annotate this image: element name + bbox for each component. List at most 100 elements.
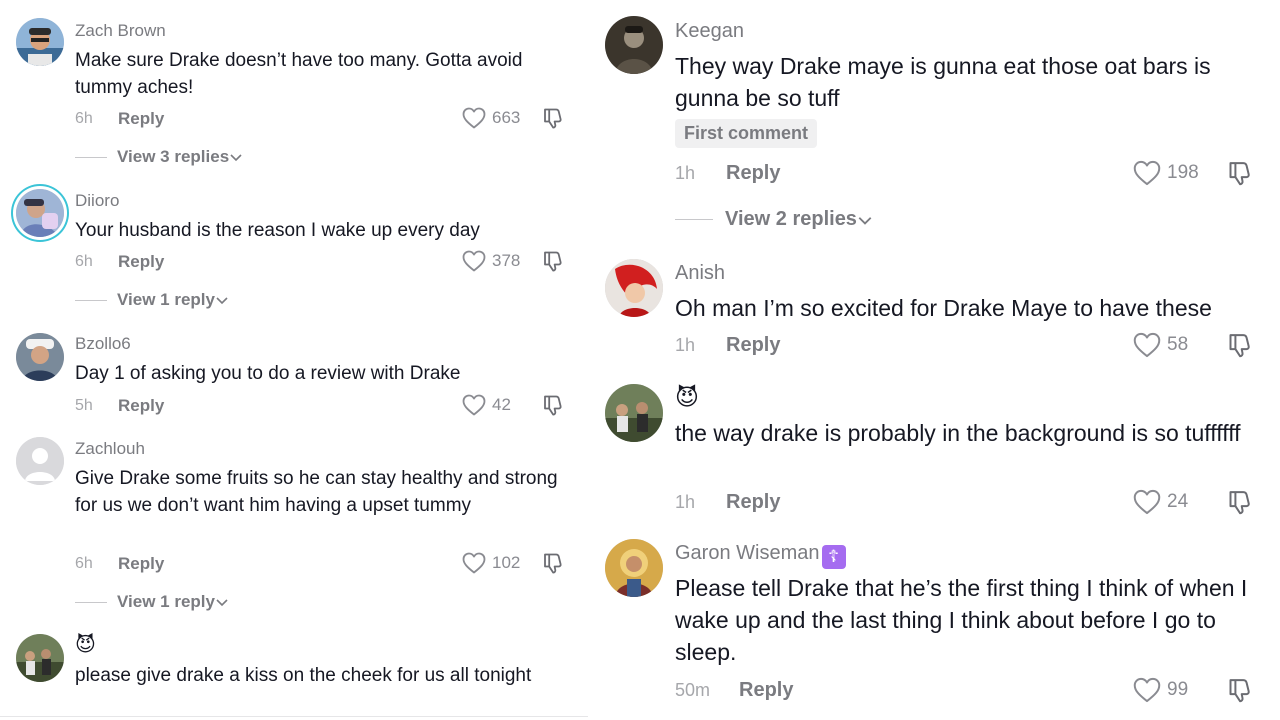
reply-button[interactable]: Reply xyxy=(118,396,164,416)
heart-outline-icon xyxy=(462,250,486,272)
comment-text: Make sure Drake doesn’t have too many. G… xyxy=(75,50,523,98)
divider xyxy=(75,601,107,603)
comment-username[interactable]: 😈 xyxy=(75,632,96,658)
comment-timestamp: 1h xyxy=(675,492,696,512)
dislike-button[interactable] xyxy=(1227,488,1255,516)
like-count: 24 xyxy=(1167,491,1189,512)
comment-timestamp: 6h xyxy=(75,253,93,270)
dislike-button[interactable] xyxy=(542,551,566,575)
view-replies-label: View 2 replies xyxy=(725,208,857,230)
comments-panel-right: Keegan They way Drake maye is gunna eat … xyxy=(600,0,1280,720)
dislike-button[interactable] xyxy=(542,249,566,273)
comment-timestamp: 1h xyxy=(675,335,696,355)
first-comment-badge: First comment xyxy=(675,119,818,148)
like-count: 378 xyxy=(492,251,521,270)
comment-timestamp: 6h xyxy=(75,555,93,572)
chevron-down-icon xyxy=(216,297,228,305)
like-count: 663 xyxy=(492,108,521,127)
thumbs-down-outline-icon xyxy=(1229,334,1250,358)
thumbs-down-outline-icon xyxy=(544,553,562,574)
view-replies-label: View 1 reply xyxy=(117,290,215,309)
like-button[interactable]: 24 xyxy=(1133,489,1188,515)
thumbs-down-outline-icon xyxy=(1229,162,1250,186)
thumbs-down-outline-icon xyxy=(544,251,562,272)
comment-username[interactable]: Zach Brown xyxy=(75,21,166,41)
comment-username[interactable]: 😈 xyxy=(675,383,699,411)
reply-button[interactable]: Reply xyxy=(726,491,780,514)
chevron-down-icon xyxy=(858,216,872,225)
reply-button[interactable]: Reply xyxy=(739,679,793,702)
dislike-button[interactable] xyxy=(1227,159,1255,187)
chevron-down-icon xyxy=(216,599,228,607)
username-text: Garon Wiseman xyxy=(675,542,820,564)
avatar[interactable] xyxy=(605,16,663,74)
reply-button[interactable]: Reply xyxy=(118,109,164,129)
comment-timestamp: 6h xyxy=(75,110,93,127)
avatar[interactable] xyxy=(16,333,64,381)
heart-outline-icon xyxy=(462,394,486,416)
comment-username[interactable]: Zachlouh xyxy=(75,439,145,459)
dislike-button[interactable] xyxy=(1227,331,1255,359)
heart-outline-icon xyxy=(462,552,486,574)
comments-panel-left: Zach Brown Make sure Drake doesn’t have … xyxy=(0,0,588,720)
thumbs-down-outline-icon xyxy=(544,395,562,416)
heart-outline-icon xyxy=(462,107,486,129)
comment-timestamp: 1h xyxy=(675,163,696,183)
view-replies-button[interactable]: View 2 replies xyxy=(675,208,873,231)
comment-text: Give Drake some fruits so he can stay he… xyxy=(75,468,558,516)
comment-text: Please tell Drake that he’s the first th… xyxy=(675,575,1248,665)
view-replies-label: View 3 replies xyxy=(117,147,230,166)
like-count: 198 xyxy=(1167,162,1199,183)
view-replies-button[interactable]: View 1 reply xyxy=(75,290,229,310)
like-button[interactable]: 99 xyxy=(1133,677,1188,703)
divider xyxy=(75,299,107,301)
like-button[interactable]: 42 xyxy=(462,394,511,416)
heart-outline-icon xyxy=(1133,677,1161,703)
chevron-down-icon xyxy=(230,154,242,162)
view-replies-button[interactable]: View 3 replies xyxy=(75,147,243,167)
like-button[interactable]: 102 xyxy=(462,552,520,574)
orthodox-cross-badge: ☦ xyxy=(821,545,846,569)
dislike-button[interactable] xyxy=(542,393,566,417)
dislike-button[interactable] xyxy=(1227,676,1255,704)
divider xyxy=(75,156,107,158)
comment-text: Your husband is the reason I wake up eve… xyxy=(75,220,480,241)
heart-outline-icon xyxy=(1133,489,1161,515)
avatar[interactable] xyxy=(16,18,64,66)
comment-username[interactable]: Keegan xyxy=(675,20,744,43)
comment-text: Oh man I’m so excited for Drake Maye to … xyxy=(675,295,1212,321)
comment-timestamp: 5h xyxy=(75,397,93,414)
avatar[interactable] xyxy=(605,384,663,442)
reply-button[interactable]: Reply xyxy=(726,162,780,185)
reply-button[interactable]: Reply xyxy=(726,334,780,357)
dislike-button[interactable] xyxy=(542,106,566,130)
like-button[interactable]: 378 xyxy=(462,250,520,272)
avatar[interactable] xyxy=(16,189,64,237)
like-button[interactable]: 663 xyxy=(462,107,520,129)
thumbs-down-outline-icon xyxy=(544,108,562,129)
heart-outline-icon xyxy=(1133,160,1161,186)
comment-text: please give drake a kiss on the cheek fo… xyxy=(75,665,532,686)
comment-username[interactable]: Anish xyxy=(675,262,725,285)
like-count: 99 xyxy=(1167,679,1189,700)
comment-username[interactable]: Diioro xyxy=(75,191,119,211)
heart-outline-icon xyxy=(1133,332,1161,358)
avatar[interactable] xyxy=(605,539,663,597)
thumbs-down-outline-icon xyxy=(1229,679,1250,703)
view-replies-button[interactable]: View 1 reply xyxy=(75,592,229,612)
avatar[interactable] xyxy=(16,437,64,485)
comment-timestamp: 50m xyxy=(675,680,711,700)
reply-button[interactable]: Reply xyxy=(118,252,164,272)
reply-button[interactable]: Reply xyxy=(118,554,164,574)
avatar[interactable] xyxy=(16,634,64,682)
like-count: 102 xyxy=(492,553,521,572)
divider xyxy=(0,716,588,717)
avatar[interactable] xyxy=(605,259,663,317)
comment-username[interactable]: Garon Wiseman ☦ xyxy=(675,542,846,569)
like-count: 42 xyxy=(492,395,511,414)
comment-text: Day 1 of asking you to do a review with … xyxy=(75,363,461,384)
comment-username[interactable]: Bzollo6 xyxy=(75,334,131,354)
like-button[interactable]: 198 xyxy=(1133,160,1199,186)
like-count: 58 xyxy=(1167,334,1189,355)
like-button[interactable]: 58 xyxy=(1133,332,1188,358)
